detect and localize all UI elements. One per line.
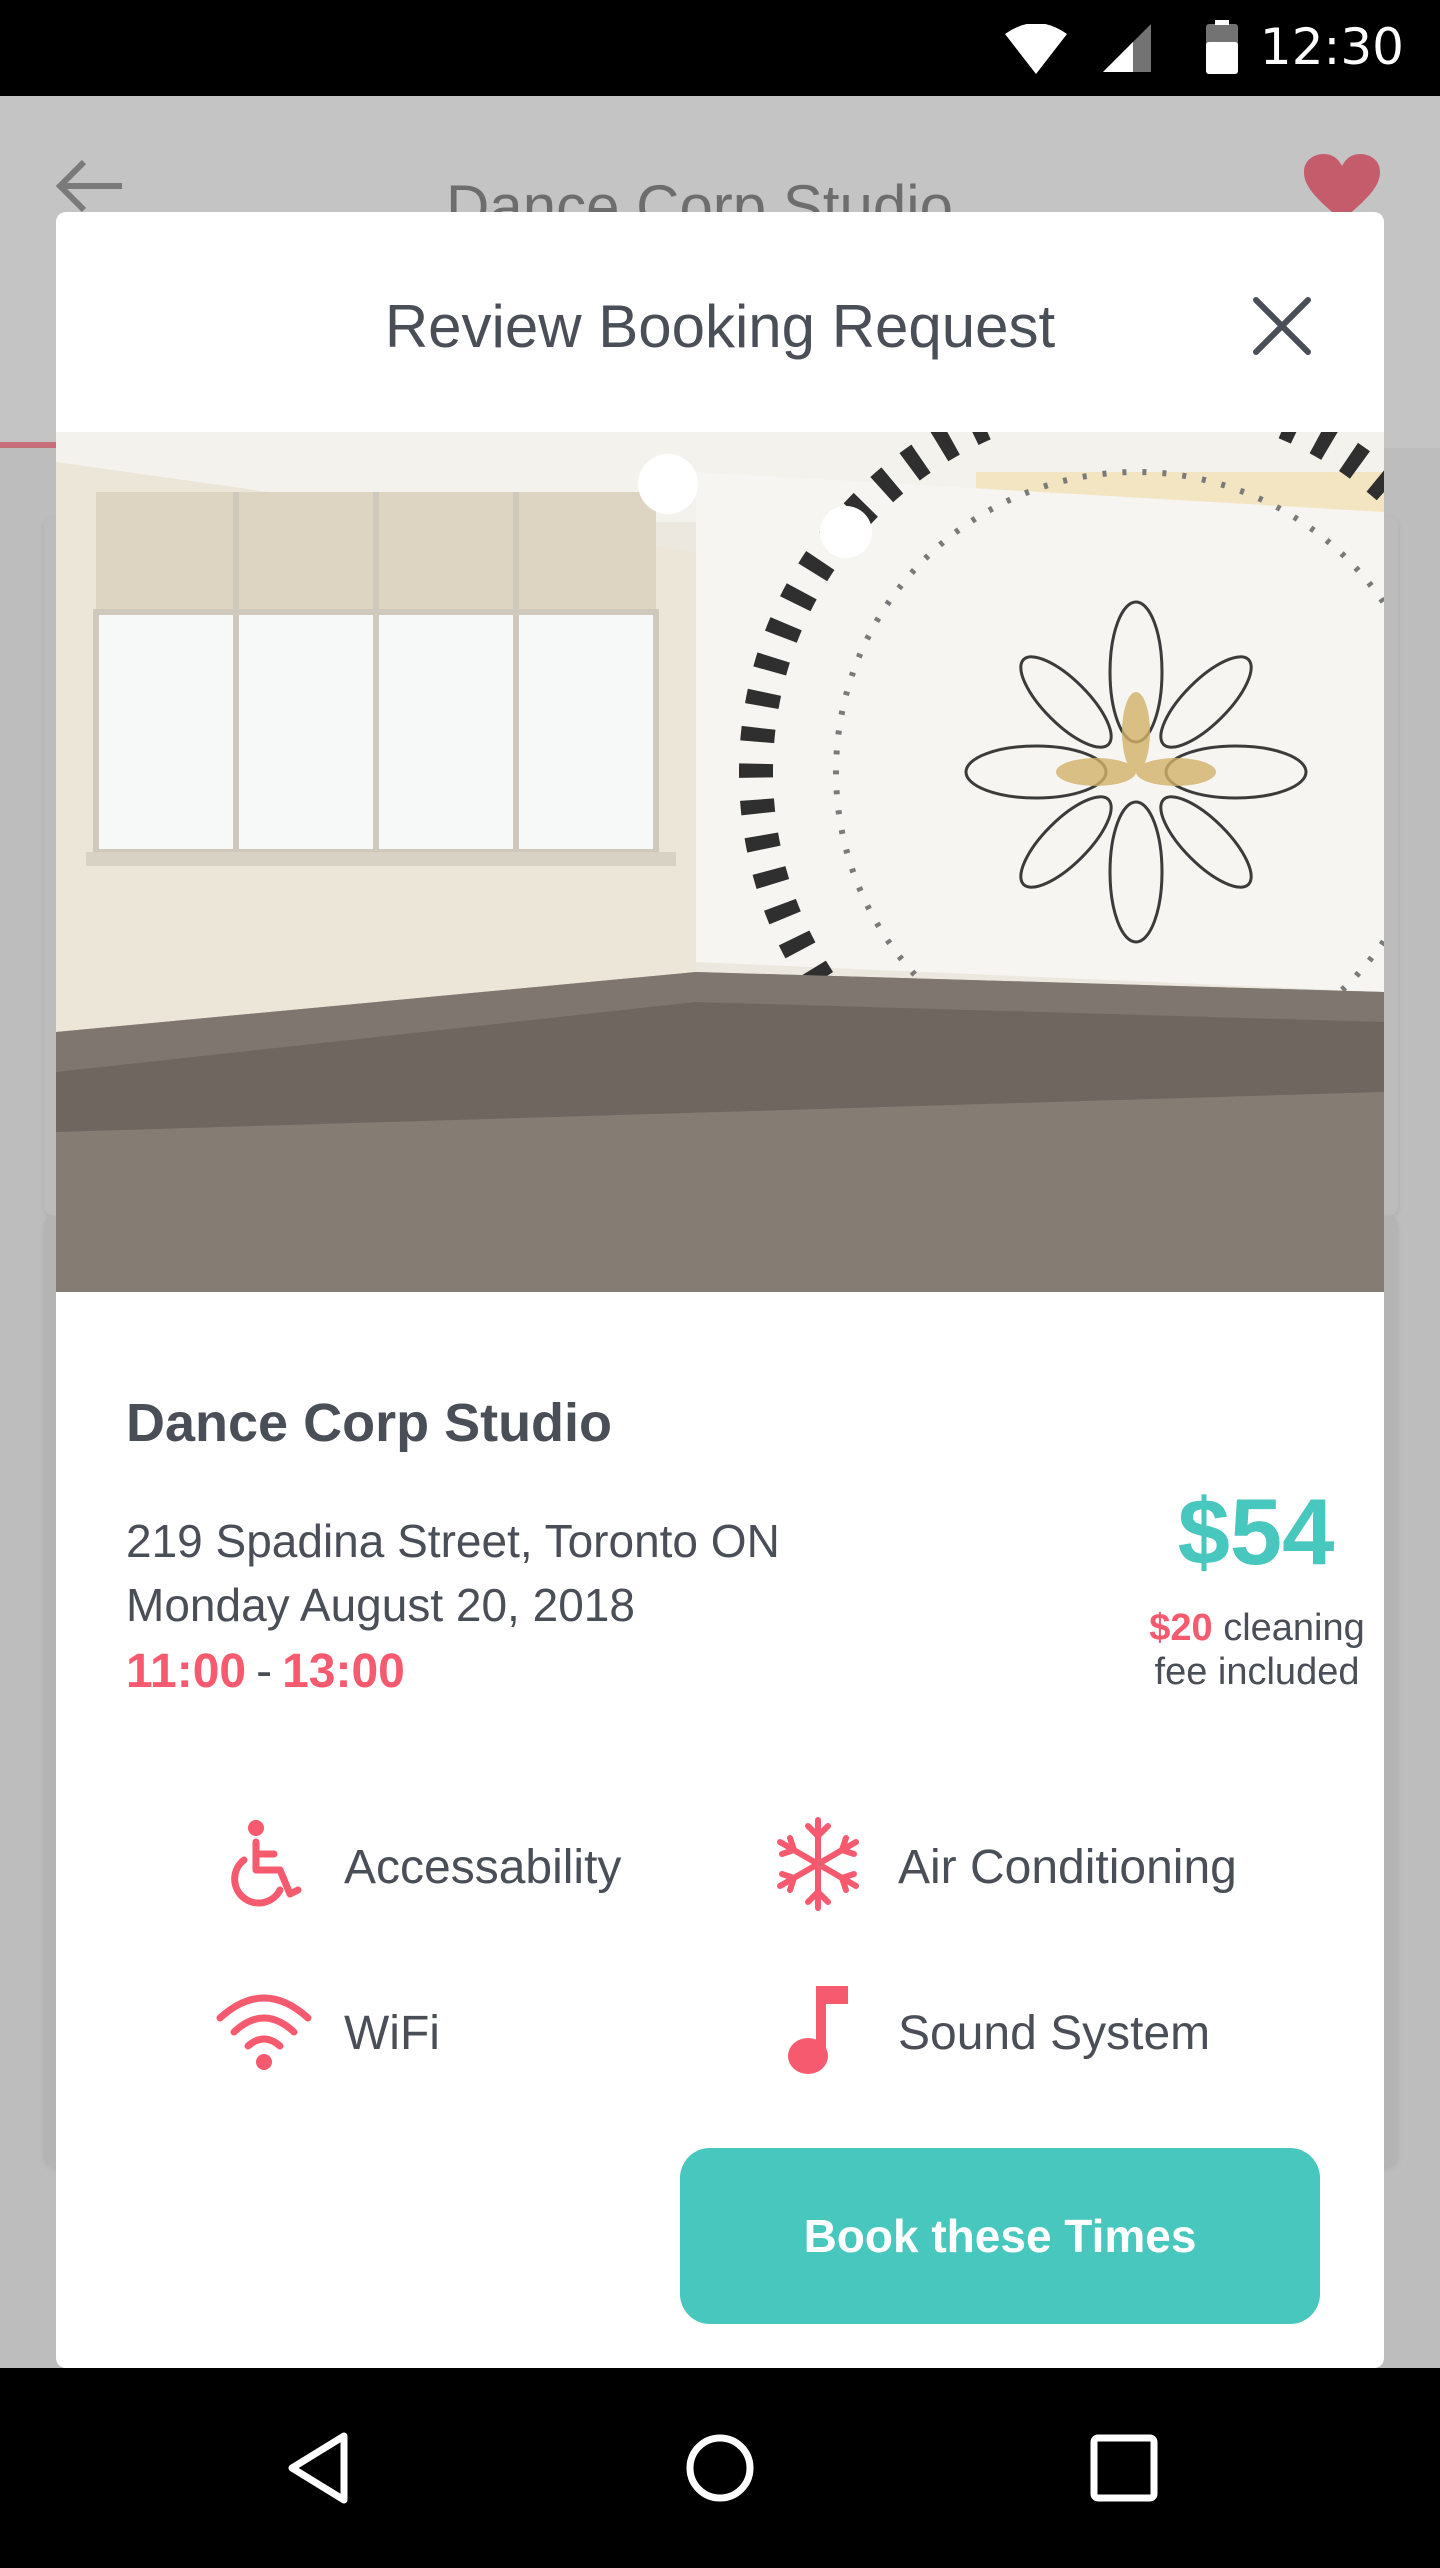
booking-time-range: 11:00-13:00: [126, 1644, 405, 1699]
system-nav-bar: [0, 2368, 1440, 2568]
studio-address: 219 Spadina Street, Toronto ON: [126, 1515, 780, 1567]
time-separator: -: [256, 1645, 273, 1698]
nav-recent-apps-icon[interactable]: [1074, 2418, 1174, 2518]
studio-photo[interactable]: [56, 432, 1384, 1292]
booking-date: Monday August 20, 2018: [126, 1579, 635, 1631]
wheelchair-icon: [231, 1820, 302, 1907]
amenity-label: Accessability: [344, 1841, 622, 1894]
music-note-icon: [788, 1986, 848, 2074]
studio-name: Dance Corp Studio: [126, 1393, 613, 1453]
close-icon[interactable]: [1242, 286, 1322, 366]
battery-icon: [1206, 20, 1238, 74]
cleaning-fee-note: $20 cleaning fee included: [1072, 1606, 1384, 1694]
cleaning-fee-amount: $20: [1149, 1607, 1213, 1649]
cell-signal-icon: [1103, 24, 1151, 72]
status-bar: 12:30: [0, 0, 1440, 96]
studio-photo-image: [56, 432, 1384, 1292]
modal-header: Review Booking Request: [56, 212, 1384, 432]
back-arrow-icon[interactable]: [54, 156, 124, 216]
amenity-label: Sound System: [898, 2007, 1211, 2060]
snowflake-icon: [777, 1817, 859, 1911]
nav-home-icon[interactable]: [670, 2418, 770, 2518]
wifi-icon: [1005, 24, 1067, 74]
amenity-label: WiFi: [344, 2007, 440, 2060]
booking-modal: Review Booking Request Dance Corp Studio…: [56, 212, 1384, 2368]
end-time: 13:00: [282, 1645, 405, 1698]
wifi-icon: [216, 1994, 312, 2070]
cleaning-fee-label: cleaning: [1223, 1607, 1365, 1649]
modal-title: Review Booking Request: [384, 293, 1056, 360]
start-time: 11:00: [126, 1645, 247, 1698]
price: $54: [1177, 1479, 1335, 1584]
amenity-label: Air Conditioning: [898, 1841, 1237, 1894]
fee-included-label: fee included: [1154, 1651, 1360, 1693]
status-time: 12:30: [1259, 18, 1404, 76]
book-these-times-button[interactable]: Book these Times: [680, 2148, 1320, 2324]
nav-back-icon[interactable]: [270, 2418, 370, 2518]
